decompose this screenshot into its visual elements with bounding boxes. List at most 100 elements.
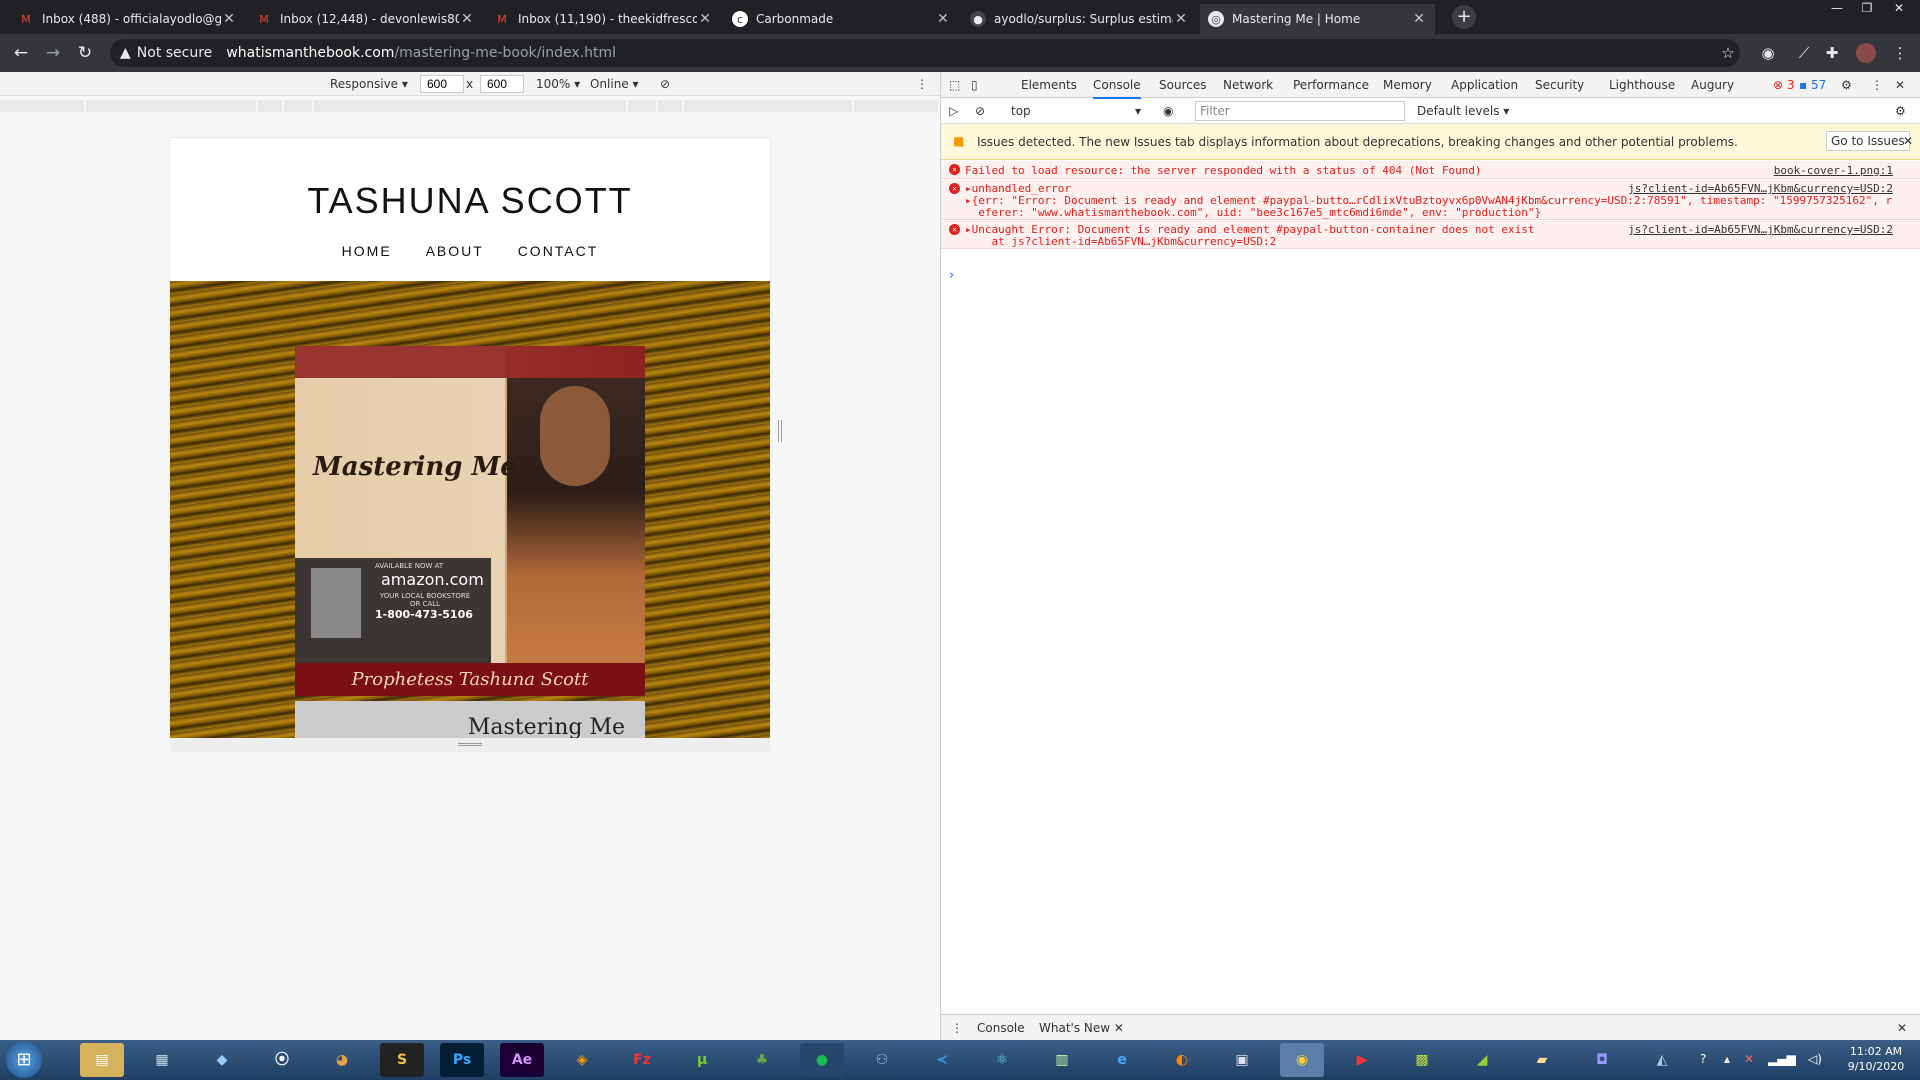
tab-console[interactable]: Console bbox=[1093, 78, 1141, 99]
more-icon[interactable]: ⋮ bbox=[1871, 78, 1883, 92]
tray-icon[interactable]: ✕ bbox=[1744, 1052, 1754, 1066]
console-error[interactable]: ✕ ▸unhandled_error ▸{err: "Error: Docume… bbox=[941, 180, 1920, 220]
browser-tab[interactable]: c Carbonmade ✕ bbox=[724, 4, 960, 34]
volume-icon[interactable]: ◁) bbox=[1808, 1052, 1822, 1066]
tab-lighthouse[interactable]: Lighthouse bbox=[1609, 78, 1675, 92]
drawer-tab-console[interactable]: Console bbox=[977, 1021, 1025, 1035]
extension-icon[interactable]: ◉ bbox=[1758, 44, 1778, 62]
zoom-select[interactable]: 100% ▾ bbox=[536, 77, 580, 91]
height-input[interactable] bbox=[480, 75, 524, 93]
inspect-icon[interactable]: ⬚ bbox=[949, 78, 960, 92]
error-source-link[interactable]: js?client-id=Ab65FVN…jKbm&currency=USD:2 bbox=[1628, 183, 1893, 195]
spotify-icon[interactable]: ● bbox=[800, 1043, 844, 1077]
atom-icon[interactable]: ⚛ bbox=[980, 1043, 1024, 1077]
error-source-link[interactable]: js?client-id=Ab65FVN…jKbm&currency=USD:2 bbox=[1628, 224, 1893, 236]
notes-icon[interactable]: ◆ bbox=[200, 1043, 244, 1077]
tab-elements[interactable]: Elements bbox=[1021, 78, 1077, 92]
width-input[interactable] bbox=[420, 75, 464, 93]
address-bar[interactable]: ▲ Not secure whatismanthebook.com/masterin… bbox=[110, 39, 1740, 67]
mp3-icon[interactable]: ▶ bbox=[1340, 1043, 1384, 1077]
more-icon[interactable]: ⋮ bbox=[916, 77, 928, 91]
close-tab-icon[interactable]: ✕ bbox=[1411, 11, 1427, 27]
filezilla-icon[interactable]: Fz bbox=[620, 1043, 664, 1077]
browser-tab[interactable]: ● ayodlo/surplus: Surplus estimate ✕ bbox=[962, 4, 1198, 34]
drawer-menu-icon[interactable]: ⋮ bbox=[951, 1021, 963, 1035]
tab-memory[interactable]: Memory bbox=[1383, 78, 1432, 92]
system-clock[interactable]: 11:02 AM 9/10/2020 bbox=[1836, 1044, 1916, 1074]
puzzle-icon[interactable]: ✚ bbox=[1822, 44, 1842, 62]
start-button[interactable]: ⊞ bbox=[6, 1042, 42, 1078]
browser-tab[interactable]: MInbox (12,448) - devonlewis808@✕ bbox=[248, 4, 484, 34]
extension-icon[interactable]: ⟋ bbox=[1794, 44, 1814, 62]
close-tab-icon[interactable]: ✕ bbox=[459, 11, 475, 27]
rotate-icon[interactable]: ⊘ bbox=[660, 77, 670, 91]
clear-console-icon[interactable]: ⊘ bbox=[975, 104, 985, 118]
tab-augury[interactable]: Augury bbox=[1691, 78, 1734, 92]
context-select[interactable]: top ▾ bbox=[1011, 104, 1141, 118]
sublime-icon[interactable]: S bbox=[380, 1043, 424, 1077]
device-toggle-icon[interactable]: ▯ bbox=[971, 78, 978, 92]
tab-network[interactable]: Network bbox=[1223, 78, 1273, 92]
new-tab-button[interactable]: + bbox=[1452, 5, 1476, 29]
close-tab-icon[interactable]: ✕ bbox=[221, 11, 237, 27]
app-icon[interactable]: ◭ bbox=[1640, 1043, 1684, 1077]
browser-tab[interactable]: MInbox (11,190) - theekidfresco@g✕ bbox=[486, 4, 722, 34]
vscode-icon[interactable]: ≺ bbox=[920, 1043, 964, 1077]
console-prompt[interactable]: › bbox=[949, 268, 954, 283]
app-icon[interactable]: ▩ bbox=[1400, 1043, 1444, 1077]
sidebar-toggle-icon[interactable]: ▷ bbox=[949, 104, 958, 118]
forward-icon[interactable]: → bbox=[42, 43, 64, 63]
folder-icon[interactable]: ▰ bbox=[1520, 1043, 1564, 1077]
error-source-link[interactable]: book-cover-1.png:1 bbox=[1774, 164, 1893, 177]
throttle-select[interactable]: Online ▾ bbox=[590, 77, 639, 91]
calculator-icon[interactable]: ▦ bbox=[140, 1043, 184, 1077]
discord-icon[interactable]: ◘ bbox=[1580, 1043, 1624, 1077]
tab-security[interactable]: Security bbox=[1535, 78, 1584, 92]
tab-sources[interactable]: Sources bbox=[1159, 78, 1206, 92]
close-tab-icon[interactable]: ✕ bbox=[1173, 11, 1189, 27]
browser-tab[interactable]: MInbox (488) - officialayodlo@gma✕ bbox=[10, 4, 246, 34]
after-effects-icon[interactable]: Ae bbox=[500, 1043, 544, 1077]
console-error[interactable]: ✕ Failed to load resource: the server re… bbox=[941, 161, 1920, 179]
postgres-icon[interactable]: ⚇ bbox=[860, 1043, 904, 1077]
close-icon[interactable]: ✕ bbox=[1903, 134, 1913, 148]
close-tab-icon[interactable]: ✕ bbox=[697, 11, 713, 27]
nav-about[interactable]: ABOUT bbox=[426, 243, 484, 259]
star-icon[interactable]: ☆ bbox=[1718, 44, 1738, 62]
app-icon[interactable]: ◈ bbox=[560, 1043, 604, 1077]
console-settings-icon[interactable]: ⚙ bbox=[1895, 104, 1906, 118]
close-drawer-icon[interactable]: ✕ bbox=[1897, 1021, 1907, 1035]
help-icon[interactable]: ? bbox=[1700, 1052, 1706, 1066]
tab-performance[interactable]: Performance bbox=[1293, 78, 1369, 92]
menu-icon[interactable]: ⋮ bbox=[1890, 44, 1910, 62]
firefox-icon[interactable]: ◐ bbox=[1160, 1043, 1204, 1077]
app-icon[interactable]: ◕ bbox=[320, 1043, 364, 1077]
chrome-icon[interactable]: ◉ bbox=[1280, 1043, 1324, 1077]
avatar[interactable] bbox=[1856, 43, 1876, 63]
settings-icon[interactable]: ⚙ bbox=[1841, 78, 1852, 92]
close-devtools-icon[interactable]: ✕ bbox=[1895, 78, 1905, 92]
back-icon[interactable]: ← bbox=[10, 43, 32, 63]
eye-icon[interactable]: ◉ bbox=[1163, 104, 1173, 118]
photoshop-icon[interactable]: Ps bbox=[440, 1043, 484, 1077]
tree-icon[interactable]: ♣ bbox=[740, 1043, 784, 1077]
restore-icon[interactable]: ❐ bbox=[1852, 0, 1882, 16]
explorer-icon[interactable]: ▤ bbox=[80, 1043, 124, 1077]
tray-icon[interactable]: ▴ bbox=[1724, 1052, 1730, 1066]
filter-input[interactable]: Filter bbox=[1195, 101, 1405, 121]
browser-tab-active[interactable]: ◎ Mastering Me | Home ✕ bbox=[1200, 4, 1436, 34]
network-icon[interactable]: ▂▄▆ bbox=[1768, 1052, 1796, 1066]
console-error[interactable]: ✕ ▸Uncaught Error: Document is ready and… bbox=[941, 221, 1920, 249]
nav-contact[interactable]: CONTACT bbox=[518, 243, 599, 259]
media-query-ruler[interactable] bbox=[0, 100, 940, 112]
resize-handle-bottom[interactable] bbox=[170, 738, 770, 752]
ie-icon[interactable]: e bbox=[1100, 1043, 1144, 1077]
tab-application[interactable]: Application bbox=[1451, 78, 1518, 92]
app-icon[interactable]: ▣ bbox=[1220, 1043, 1264, 1077]
log-levels-select[interactable]: Default levels ▾ bbox=[1417, 104, 1509, 118]
security-label[interactable]: Not secure bbox=[137, 45, 213, 61]
device-mode-select[interactable]: Responsive ▾ bbox=[330, 77, 408, 91]
utorrent-icon[interactable]: µ bbox=[680, 1043, 724, 1077]
drawer-tab-whats-new[interactable]: What's New ✕ bbox=[1039, 1021, 1124, 1042]
app-icon[interactable]: ⦿ bbox=[260, 1043, 304, 1077]
